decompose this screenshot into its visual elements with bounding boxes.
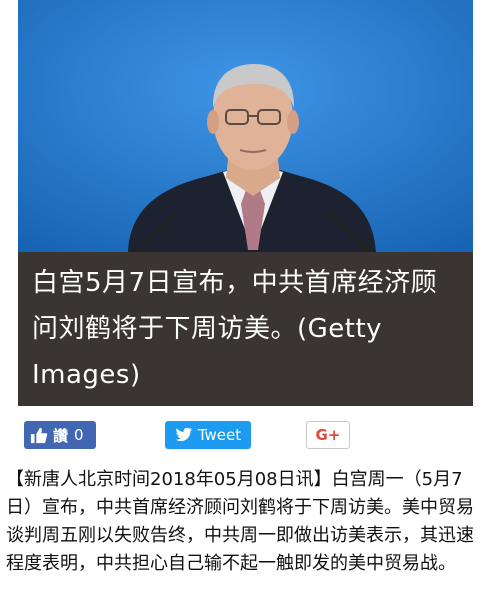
facebook-like-button[interactable]: 讚 0 [24,421,96,449]
thumbs-up-icon [30,427,48,444]
photo-caption: 白宫5月7日宣布，中共首席经济顾问刘鹤将于下周访美。(Getty Images) [18,252,473,406]
gplus-label: G+ [315,426,341,444]
tweet-button[interactable]: Tweet [165,421,251,449]
like-count: 0 [74,426,84,444]
like-label: 讚 [53,426,69,445]
google-plus-button[interactable]: G+ [306,421,350,449]
article-photo [18,0,473,252]
tweet-label: Tweet [197,426,242,444]
twitter-bird-icon [175,427,193,442]
article-body: 【新唐人北京时间2018年05月08日讯】白宫周一（5月7日）宣布，中共首席经济… [6,469,474,574]
photo-illustration [18,0,473,252]
share-bar: 讚 0 Tweet G+ [0,421,492,451]
